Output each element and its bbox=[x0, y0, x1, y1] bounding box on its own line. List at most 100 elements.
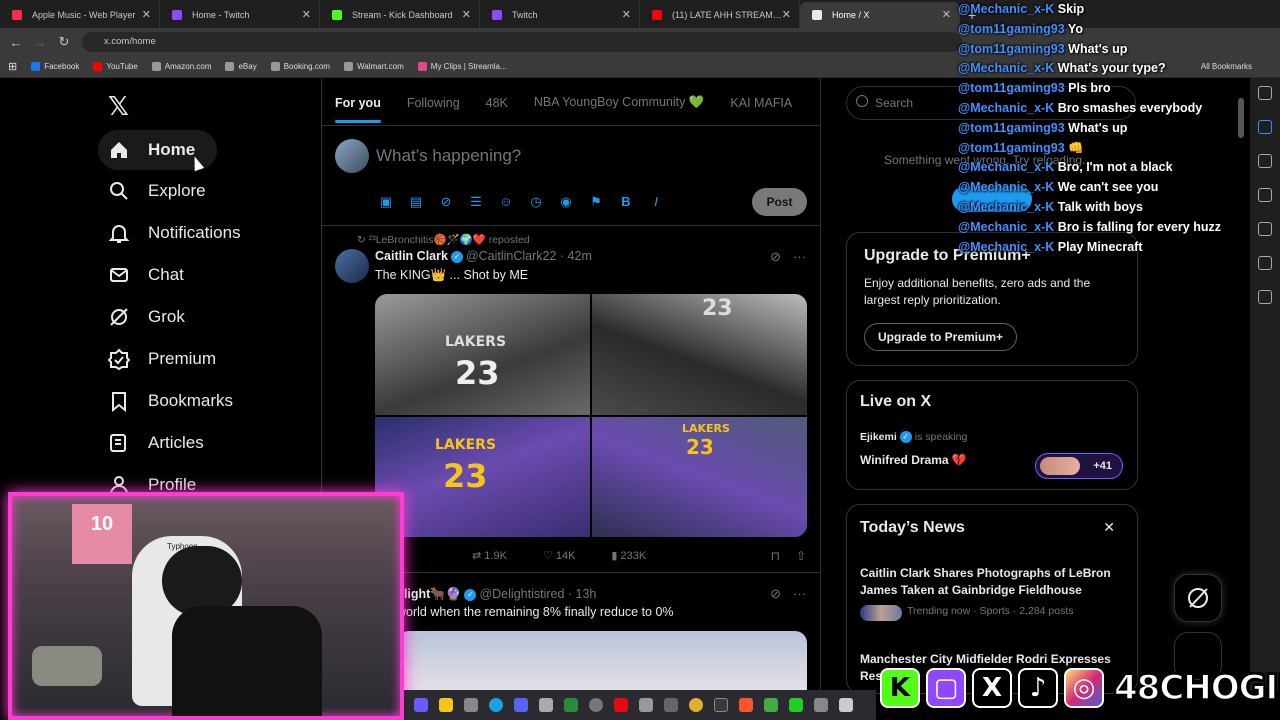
edit-icon[interactable] bbox=[1258, 222, 1272, 236]
netflix-icon[interactable] bbox=[614, 698, 628, 712]
bookmark-item[interactable]: eBay bbox=[225, 62, 257, 71]
bookmark-item[interactable]: My Clips | Streamla... bbox=[417, 62, 507, 71]
close-tab-icon[interactable]: ✕ bbox=[782, 8, 791, 21]
browser-tab[interactable]: Home - Twitch ✕ bbox=[160, 2, 320, 28]
schedule-icon[interactable]: ◷ bbox=[528, 194, 544, 210]
grok-icon[interactable]: ⊘ bbox=[770, 586, 781, 602]
page-icon[interactable] bbox=[1258, 188, 1272, 202]
add-icon[interactable] bbox=[1258, 290, 1272, 304]
close-tab-icon[interactable]: ✕ bbox=[142, 8, 151, 21]
sidebar-item-bookmarks[interactable]: Bookmarks bbox=[98, 380, 255, 422]
sidebar-item-articles[interactable]: Articles bbox=[98, 422, 226, 464]
flag-icon[interactable]: ⚑ bbox=[588, 194, 604, 210]
bookmark-item[interactable]: Amazon.com bbox=[151, 62, 211, 71]
edge-icon[interactable] bbox=[489, 698, 503, 712]
compose-input[interactable]: What’s happening? bbox=[376, 146, 521, 166]
app-icon[interactable] bbox=[789, 698, 803, 712]
file-icon[interactable] bbox=[839, 698, 853, 712]
avatar[interactable] bbox=[335, 139, 369, 173]
close-icon[interactable]: ✕ bbox=[1103, 519, 1115, 536]
app-icon[interactable] bbox=[814, 698, 828, 712]
close-tab-icon[interactable]: ✕ bbox=[942, 8, 951, 21]
live-card[interactable]: Live on X Ejikemi ✓ is speaking Winifred D… bbox=[846, 380, 1138, 490]
forward-icon[interactable]: → bbox=[28, 35, 52, 50]
sidebar-item-notifications[interactable]: Notifications bbox=[98, 212, 263, 254]
back-icon[interactable]: ← bbox=[4, 35, 28, 50]
sidebar-item-grok[interactable]: Grok bbox=[98, 296, 207, 338]
italic-icon[interactable]: I bbox=[648, 194, 664, 210]
news-item[interactable]: Caitlin Clark Shares Photographs of LeBr… bbox=[860, 565, 1130, 599]
author-handle[interactable]: @CaitlinClark22 · 42m bbox=[466, 249, 592, 263]
tweet-media-grid[interactable]: LAKERS 23 23 LAKERS 23 LAKERS 23 bbox=[375, 294, 807, 537]
feed-tab[interactable]: NBA YoungBoy Community 💚 bbox=[534, 95, 705, 110]
widgets-icon[interactable] bbox=[414, 698, 428, 712]
apps-icon[interactable]: ⊞ bbox=[8, 60, 17, 73]
app-icon[interactable] bbox=[639, 698, 653, 712]
avatar[interactable] bbox=[335, 249, 369, 283]
retweet-button[interactable]: ⇄ 1.9K bbox=[472, 549, 507, 562]
listeners-pill[interactable]: +41 bbox=[1035, 453, 1123, 479]
share-icon[interactable]: ⇧ bbox=[796, 549, 806, 563]
feed-tab[interactable]: 48K bbox=[486, 96, 508, 110]
app-icon[interactable] bbox=[539, 698, 553, 712]
app-icon[interactable] bbox=[764, 698, 778, 712]
copilot-icon[interactable] bbox=[1258, 120, 1272, 134]
browser-tab[interactable]: Twitch ✕ bbox=[480, 2, 640, 28]
author-handle[interactable]: @Delightistired · 13h bbox=[479, 587, 596, 601]
emoji-icon[interactable]: ☺ bbox=[498, 194, 514, 210]
app-icon[interactable] bbox=[714, 698, 728, 712]
like-button[interactable]: ♡ 14K bbox=[543, 549, 576, 562]
poll-icon[interactable]: ☰ bbox=[468, 194, 484, 210]
tweet-photo[interactable]: LAKERS 23 bbox=[375, 294, 590, 415]
author-name[interactable]: Caitlin Clark bbox=[375, 249, 448, 263]
tweet-photo[interactable]: 23 bbox=[592, 294, 807, 415]
page-icon[interactable] bbox=[1258, 154, 1272, 168]
bookmark-item[interactable]: Facebook bbox=[31, 62, 79, 71]
author-name[interactable]: elight🐂🔮 bbox=[397, 587, 461, 601]
search-icon[interactable] bbox=[1258, 86, 1272, 100]
grok-icon[interactable]: ⊘ bbox=[438, 194, 454, 210]
grok-icon[interactable]: ⊘ bbox=[770, 249, 781, 265]
folder-icon[interactable] bbox=[439, 698, 453, 712]
bookmark-item[interactable]: Walmart.com bbox=[343, 62, 404, 71]
feed-tab[interactable]: For you bbox=[335, 96, 381, 123]
bookmark-item[interactable]: Booking.com bbox=[270, 62, 330, 71]
browser-tab[interactable]: Apple Music - Web Player ✕ bbox=[0, 2, 160, 28]
x-logo-icon[interactable]: 𝕏 bbox=[108, 92, 129, 122]
app-icon[interactable] bbox=[664, 698, 678, 712]
image-icon[interactable]: ▣ bbox=[378, 194, 394, 210]
sidebar-item-premium[interactable]: Premium bbox=[98, 338, 238, 380]
discord-icon[interactable] bbox=[514, 698, 528, 712]
views-button[interactable]: ▮ 233K bbox=[611, 549, 646, 562]
app-icon[interactable] bbox=[464, 698, 478, 712]
browser-tab[interactable]: (11) LATE AHH STREAM !ITTS ID✕ bbox=[640, 2, 800, 28]
games-icon[interactable] bbox=[1258, 256, 1272, 270]
app-icon[interactable] bbox=[589, 698, 603, 712]
feed-tab[interactable]: Following bbox=[407, 96, 460, 110]
xbox-icon[interactable] bbox=[564, 698, 578, 712]
feed-tab[interactable]: KAI MAFIA bbox=[730, 96, 792, 110]
reload-icon[interactable]: ↻ bbox=[52, 34, 76, 50]
gif-icon[interactable]: ▤ bbox=[408, 194, 424, 210]
bold-icon[interactable]: B bbox=[618, 194, 634, 210]
url-field[interactable]: x.com/home bbox=[82, 32, 962, 52]
sidebar-item-chat[interactable]: Chat bbox=[98, 254, 206, 296]
bookmark-item[interactable]: YouTube bbox=[93, 62, 138, 71]
browser-tab[interactable]: Home / X ✕ bbox=[800, 2, 960, 28]
more-icon[interactable]: ··· bbox=[793, 586, 806, 602]
post-button[interactable]: Post bbox=[752, 188, 807, 216]
location-icon[interactable]: ◉ bbox=[558, 194, 574, 210]
close-tab-icon[interactable]: ✕ bbox=[302, 8, 311, 21]
chrome-icon[interactable] bbox=[689, 698, 703, 712]
browser-tab[interactable]: Stream - Kick Dashboard ✕ bbox=[320, 2, 480, 28]
close-tab-icon[interactable]: ✕ bbox=[462, 8, 471, 21]
tweet-photo[interactable]: LAKERS 23 bbox=[375, 416, 590, 537]
sidebar-item-explore[interactable]: Explore bbox=[98, 170, 228, 212]
grok-button[interactable] bbox=[1174, 574, 1222, 622]
bookmark-icon[interactable]: ⊓ bbox=[771, 549, 780, 563]
tweet-photo[interactable] bbox=[397, 631, 807, 691]
brave-icon[interactable] bbox=[739, 698, 753, 712]
upgrade-button[interactable]: Upgrade to Premium+ bbox=[864, 323, 1018, 351]
more-icon[interactable]: ··· bbox=[793, 249, 806, 265]
close-tab-icon[interactable]: ✕ bbox=[622, 8, 631, 21]
